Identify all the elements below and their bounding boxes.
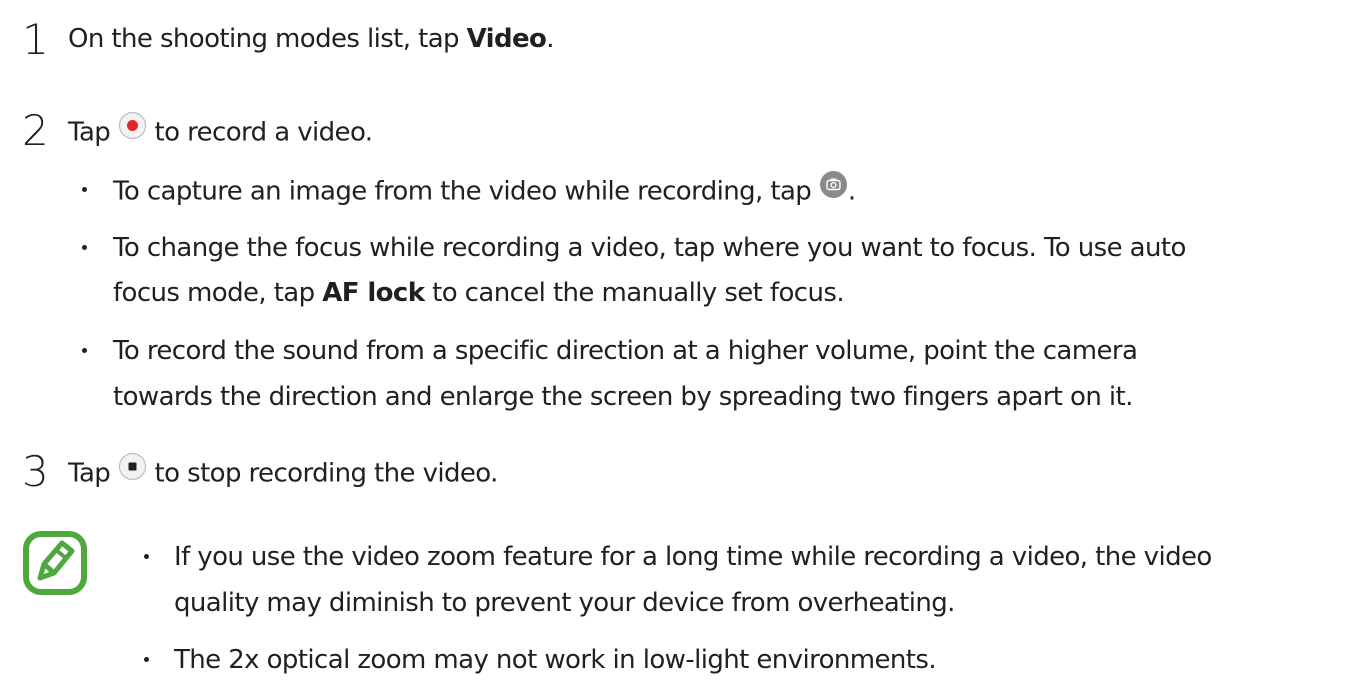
step-2-text-before: Tap bbox=[68, 117, 118, 148]
step-2-bullet-3-line-2: towards the direction and enlarge the sc… bbox=[113, 382, 1133, 412]
step-3-text-before: Tap bbox=[68, 458, 118, 489]
step-2-bullet-2-line-2: focus mode, tap AF lock to cancel the ma… bbox=[113, 276, 845, 310]
af-lock-label: AF lock bbox=[322, 278, 425, 308]
note-bullet-1-line-2: quality may diminish to prevent your dev… bbox=[174, 588, 955, 618]
step-2-bullet-3-line-1: To record the sound from a specific dire… bbox=[113, 336, 1138, 366]
note-pencil-icon bbox=[22, 530, 88, 596]
stop-button-icon bbox=[118, 452, 147, 490]
bullet-2-text-before: focus mode, tap bbox=[113, 278, 323, 308]
bullet-dot bbox=[82, 187, 87, 192]
step-1-text-after: . bbox=[546, 24, 554, 54]
step-1-text: On the shooting modes list, tap Video. bbox=[68, 22, 555, 56]
bullet-dot bbox=[144, 554, 149, 559]
bullet-2-text-after: to cancel the manually set focus. bbox=[424, 278, 844, 308]
bullet-1-text-before: To capture an image from the video while… bbox=[113, 176, 819, 207]
bullet-dot bbox=[82, 245, 87, 250]
note-bullet-2-line-1: The 2x optical zoom may not work in low-… bbox=[174, 645, 937, 675]
step-2-bullet-1: To capture an image from the video while… bbox=[113, 170, 856, 211]
capture-camera-icon bbox=[819, 170, 848, 208]
step-2-text-after: to record a video. bbox=[146, 117, 374, 148]
note-bullet-1-line-1: If you use the video zoom feature for a … bbox=[174, 542, 1212, 572]
record-button-icon bbox=[118, 111, 147, 149]
step-2-bullet-2-line-1: To change the focus while recording a vi… bbox=[113, 233, 1186, 263]
step-3-number: 3 bbox=[22, 447, 49, 496]
step-1-video-label: Video bbox=[466, 24, 547, 54]
step-3-text: Tap to stop recording the video. bbox=[68, 452, 499, 493]
bullet-dot bbox=[82, 348, 87, 353]
bullet-1-text-after: . bbox=[847, 176, 856, 207]
step-3-text-after: to stop recording the video. bbox=[146, 458, 499, 489]
bullet-dot bbox=[144, 657, 149, 662]
step-2-number: 2 bbox=[22, 106, 49, 155]
step-1-number: 1 bbox=[22, 15, 49, 64]
step-1-text-before: On the shooting modes list, tap bbox=[68, 24, 467, 54]
step-2-text: Tap to record a video. bbox=[68, 111, 374, 152]
